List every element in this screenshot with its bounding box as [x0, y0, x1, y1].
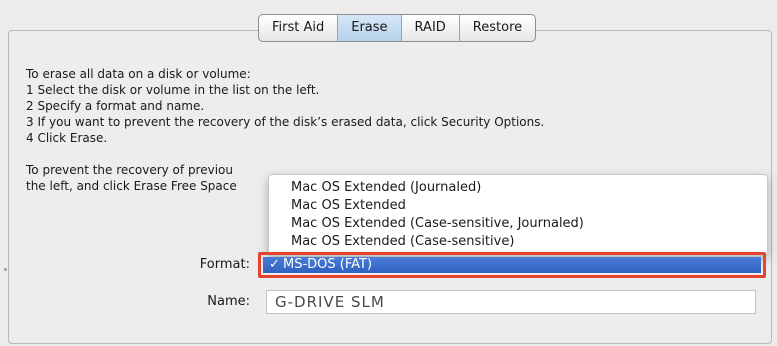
format-option-selected[interactable]: ✓ MS-DOS (FAT)	[263, 257, 761, 273]
tab-erase[interactable]: Erase	[338, 15, 402, 41]
tab-first-aid[interactable]: First Aid	[259, 15, 339, 41]
instruction-line: 2 Specify a format and name.	[26, 99, 205, 113]
window-edge-mark	[4, 268, 7, 271]
format-option[interactable]: Mac OS Extended (Case-sensitive, Journal…	[269, 215, 767, 233]
format-option[interactable]: Mac OS Extended (Case-sensitive)	[269, 233, 767, 251]
instruction-line: 3 If you want to prevent the recovery of…	[26, 115, 545, 129]
tab-bar: First Aid Erase RAID Restore	[258, 14, 537, 42]
format-option[interactable]: Mac OS Extended (Journaled)	[269, 179, 767, 197]
tab-restore[interactable]: Restore	[460, 15, 535, 41]
name-field[interactable]: G-DRIVE SLM	[266, 290, 756, 314]
tab-raid[interactable]: RAID	[402, 15, 460, 41]
selected-format-label: MS-DOS (FAT)	[283, 257, 373, 272]
format-dropdown-menu: Mac OS Extended (Journaled) Mac OS Exten…	[268, 174, 768, 256]
format-option[interactable]: Mac OS Extended	[269, 197, 767, 215]
format-label: Format:	[199, 257, 250, 272]
name-label: Name:	[207, 294, 250, 309]
format-popup[interactable]: ✓ MS-DOS (FAT)	[258, 252, 766, 278]
checkmark-icon: ✓	[269, 257, 280, 272]
instruction-line: 1 Select the disk or volume in the list …	[26, 83, 320, 97]
instruction-line: To erase all data on a disk or volume:	[26, 67, 251, 81]
instruction-line: 4 Click Erase.	[26, 131, 108, 145]
